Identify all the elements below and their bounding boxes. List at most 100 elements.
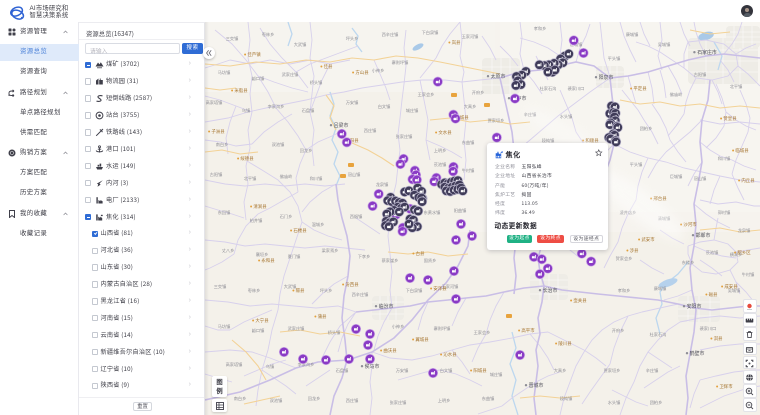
svg-text:开府乡: 开府乡 <box>612 327 625 334</box>
svg-text:古阳镇: 古阳镇 <box>210 171 223 178</box>
svg-text:城庄镇: 城庄镇 <box>406 107 419 114</box>
svg-text:团柏乡: 团柏乡 <box>650 399 663 406</box>
svg-text:岚县: 岚县 <box>452 39 461 46</box>
svg-text:双池镇: 双池镇 <box>270 397 283 404</box>
svg-text:子洲县: 子洲县 <box>211 128 225 135</box>
svg-text:安阳市: 安阳市 <box>687 303 702 310</box>
svg-text:张家庄镇: 张家庄镇 <box>396 133 413 140</box>
svg-text:贾家垣乡: 贾家垣乡 <box>488 117 505 124</box>
svg-text:涉县: 涉县 <box>630 247 639 254</box>
svg-text:高平市: 高平市 <box>521 327 535 334</box>
svg-text:桥头镇: 桥头镇 <box>328 329 341 336</box>
svg-text:东回镇: 东回镇 <box>218 209 231 216</box>
svg-text:坪头乡: 坪头乡 <box>346 35 359 42</box>
svg-text:坪头乡: 坪头乡 <box>320 287 333 294</box>
svg-text:长治市: 长治市 <box>543 287 558 294</box>
svg-text:上明乡: 上明乡 <box>438 397 451 404</box>
svg-text:阳曲镇: 阳曲镇 <box>454 207 467 214</box>
svg-text:小神乡: 小神乡 <box>392 323 405 330</box>
svg-text:赞皇县: 赞皇县 <box>723 115 737 122</box>
svg-text:南白乡: 南白乡 <box>234 395 247 402</box>
svg-text:武安市: 武安市 <box>641 236 655 243</box>
svg-text:梁家焉乡: 梁家焉乡 <box>322 247 339 254</box>
svg-text:佳县: 佳县 <box>324 63 333 70</box>
svg-text:冠山镇: 冠山镇 <box>348 171 361 178</box>
svg-text:康城镇: 康城镇 <box>654 285 667 292</box>
svg-text:绥德县: 绥德县 <box>240 155 254 162</box>
svg-text:西辛庄镇: 西辛庄镇 <box>382 31 399 38</box>
svg-text:玉家河镇: 玉家河镇 <box>462 33 479 40</box>
svg-text:曲沃县: 曲沃县 <box>383 347 397 354</box>
svg-text:北平镇: 北平镇 <box>244 175 257 182</box>
svg-text:石门乡: 石门乡 <box>280 213 293 220</box>
svg-text:和川镇: 和川镇 <box>718 155 731 162</box>
svg-text:阳城县: 阳城县 <box>473 367 487 374</box>
svg-text:淇县: 淇县 <box>714 335 723 342</box>
svg-text:武家庄镇: 武家庄镇 <box>288 325 305 332</box>
svg-text:乌镇: 乌镇 <box>266 363 274 370</box>
svg-text:北平镇: 北平镇 <box>730 83 743 90</box>
svg-text:石盘镇: 石盘镇 <box>302 107 315 114</box>
svg-text:冠山镇: 冠山镇 <box>694 175 707 182</box>
svg-text:磁县: 磁县 <box>709 291 718 298</box>
svg-text:龙泉镇: 龙泉镇 <box>738 227 751 234</box>
svg-text:蔡家崖乡: 蔡家崖乡 <box>382 257 399 264</box>
svg-text:巨城镇: 巨城镇 <box>670 173 683 180</box>
svg-text:王家会乡: 王家会乡 <box>418 91 435 98</box>
svg-text:阳泉市: 阳泉市 <box>599 74 614 81</box>
svg-text:白文镇: 白文镇 <box>378 103 391 110</box>
svg-text:杜家石沟: 杜家石沟 <box>540 85 557 92</box>
svg-text:上明乡: 上明乡 <box>434 147 447 154</box>
svg-text:平头镇: 平头镇 <box>630 161 643 168</box>
svg-text:下白泉镇: 下白泉镇 <box>422 29 439 36</box>
svg-text:卫辉市: 卫辉市 <box>719 383 733 390</box>
svg-text:寨则坪镇: 寨则坪镇 <box>434 325 451 332</box>
svg-text:临汾市: 临汾市 <box>379 303 394 310</box>
svg-text:石楼县: 石楼县 <box>293 227 307 234</box>
svg-text:城庄镇: 城庄镇 <box>490 371 503 378</box>
svg-text:翼城县: 翼城县 <box>415 336 429 343</box>
svg-text:石家庄市: 石家庄市 <box>697 49 717 56</box>
svg-text:丈八乡: 丈八乡 <box>222 247 235 254</box>
svg-text:回龙乡: 回龙乡 <box>300 147 313 154</box>
svg-text:寨则坪镇: 寨则坪镇 <box>392 59 409 66</box>
svg-text:万安镇: 万安镇 <box>346 99 359 106</box>
svg-text:西烟镇: 西烟镇 <box>350 213 363 220</box>
svg-text:隰县: 隰县 <box>296 287 305 294</box>
svg-text:枣林乡: 枣林乡 <box>248 287 261 294</box>
svg-text:东黄水镇: 东黄水镇 <box>424 209 441 216</box>
svg-text:侯马市: 侯马市 <box>365 363 380 370</box>
svg-text:桥头镇: 桥头镇 <box>310 79 323 86</box>
svg-text:万安镇: 万安镇 <box>396 367 409 374</box>
svg-text:蒲县: 蒲县 <box>318 313 327 320</box>
svg-text:平定县: 平定县 <box>633 85 647 92</box>
svg-text:三交镇: 三交镇 <box>214 283 227 290</box>
svg-text:乌镇: 乌镇 <box>242 107 250 114</box>
svg-text:西庄镇: 西庄镇 <box>346 397 359 404</box>
svg-text:高家塔镇: 高家塔镇 <box>226 361 243 368</box>
svg-text:水头镇: 水头镇 <box>608 399 621 406</box>
svg-text:双池镇: 双池镇 <box>272 141 285 148</box>
svg-text:孝和乡: 孝和乡 <box>534 25 547 32</box>
svg-text:东楼乡: 东楼乡 <box>682 259 695 266</box>
svg-text:东曲镇: 东曲镇 <box>482 395 495 402</box>
svg-text:下白泉镇: 下白泉镇 <box>406 287 423 294</box>
svg-text:温城乡: 温城乡 <box>312 221 325 228</box>
svg-text:三交镇: 三交镇 <box>226 35 239 42</box>
svg-text:大武镇: 大武镇 <box>284 283 297 290</box>
svg-text:康城镇: 康城镇 <box>626 31 639 38</box>
svg-text:固贤乡: 固贤乡 <box>424 257 437 264</box>
svg-text:壶关县: 壶关县 <box>573 297 587 304</box>
svg-text:晋城市: 晋城市 <box>529 382 544 389</box>
svg-text:段纯镇: 段纯镇 <box>560 395 573 402</box>
svg-text:马坊镇: 马坊镇 <box>218 69 231 76</box>
svg-text:东曲镇: 东曲镇 <box>462 139 475 146</box>
svg-text:苌池镇: 苌池镇 <box>706 249 719 256</box>
svg-text:大禹乡: 大禹乡 <box>464 103 477 110</box>
svg-text:峪口镇: 峪口镇 <box>252 327 265 334</box>
svg-text:牛村镇: 牛村镇 <box>462 167 475 174</box>
svg-text:开府乡: 开府乡 <box>472 89 485 96</box>
svg-text:郭村镇: 郭村镇 <box>718 209 731 216</box>
svg-text:永和县: 永和县 <box>261 257 275 264</box>
svg-text:牛村镇: 牛村镇 <box>742 271 755 278</box>
